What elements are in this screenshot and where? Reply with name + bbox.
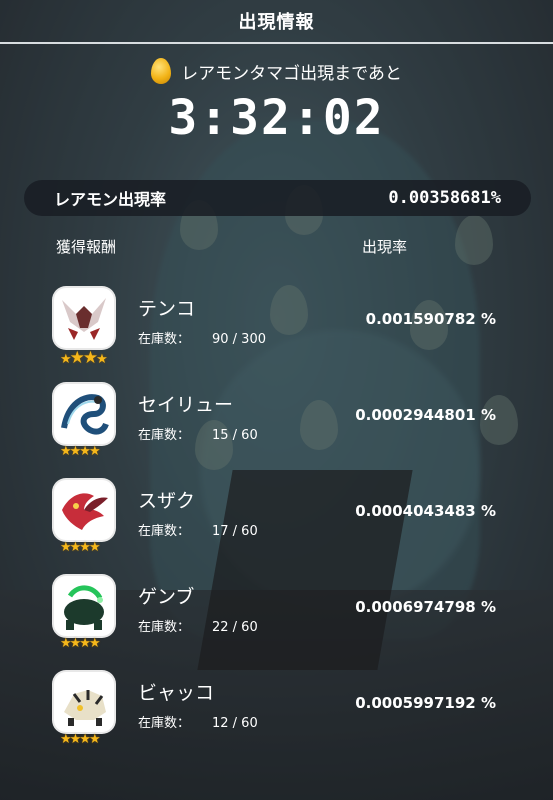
reward-item-byakko: ★★★★ ビャッコ 在庫数： 12 / 60 0.0005997192 % <box>52 672 512 752</box>
appearance-rate: 0.0004043483 % <box>355 502 496 520</box>
rarity-stars: ★★★★ <box>60 636 101 651</box>
stock-value: 90 / 300 <box>212 332 266 347</box>
appearance-rate: 0.0002944801 % <box>355 406 496 424</box>
monster-thumbnail <box>54 288 114 348</box>
stock-count: 在庫数： 12 / 60 <box>138 712 258 731</box>
reward-item-genbu: ★★★★ ゲンブ 在庫数： 22 / 60 0.0006974798 % <box>52 576 512 656</box>
countdown-label-row: レアモンタマゴ出現まであと <box>0 58 553 84</box>
stock-label: 在庫数： <box>138 428 191 443</box>
stock-count: 在庫数： 90 / 300 <box>138 328 266 347</box>
appearance-info-panel: 出現情報 レアモンタマゴ出現まであと 3:32:02 レアモン出現率 0.003… <box>0 0 553 800</box>
header: 出現情報 <box>0 0 553 42</box>
rarity-stars: ★★★★ <box>60 348 108 368</box>
rare-rate-label: レアモン出現率 <box>54 190 167 209</box>
rarity-stars: ★★★★ <box>60 540 101 555</box>
appearance-rate: 0.001590782 % <box>365 310 496 328</box>
appearance-rate: 0.0006974798 % <box>355 598 496 616</box>
seiryu-icon <box>61 394 109 435</box>
appearance-rate: 0.0005997192 % <box>355 694 496 712</box>
reward-item-suzaku: ★★★★ スザク 在庫数： 17 / 60 0.0004043483 % <box>52 480 512 560</box>
stock-label: 在庫数： <box>138 332 191 347</box>
stock-value: 17 / 60 <box>212 524 258 539</box>
rare-rate-value: 0.00358681% <box>388 188 501 208</box>
header-divider <box>0 42 553 44</box>
countdown-label: レアモンタマゴ出現まであと <box>181 63 402 84</box>
golden-egg-icon <box>151 58 172 84</box>
rate-column-header: 出現率 <box>362 238 408 256</box>
reward-item-tenko: ★★★★ テンコ 在庫数： 90 / 300 0.001590782 % <box>52 288 512 368</box>
reward-item-seiryu: ★★★★ セイリュー 在庫数： 15 / 60 0.0002944801 % <box>52 384 512 464</box>
rarity-stars: ★★★★ <box>60 444 101 459</box>
countdown-timer: 3:32:02 <box>168 90 385 146</box>
rare-rate-bar: レアモン出現率 0.00358681% <box>24 180 531 216</box>
monster-thumbnail <box>54 672 114 732</box>
monster-thumbnail <box>54 480 114 540</box>
tenko-icon <box>62 298 106 340</box>
reward-column-header: 獲得報酬 <box>56 238 117 256</box>
monster-name: テンコ <box>138 298 196 320</box>
monster-thumbnail <box>54 576 114 636</box>
genbu-icon <box>64 585 104 630</box>
stock-label: 在庫数： <box>138 620 191 635</box>
stock-count: 在庫数： 17 / 60 <box>138 520 258 539</box>
monster-name: ビャッコ <box>138 682 215 704</box>
stock-label: 在庫数： <box>138 524 191 539</box>
monster-name: セイリュー <box>138 394 234 416</box>
stock-label: 在庫数： <box>138 716 191 731</box>
monster-name: スザク <box>138 490 196 512</box>
stock-value: 15 / 60 <box>212 428 258 443</box>
monster-name: ゲンブ <box>138 586 195 608</box>
stock-value: 22 / 60 <box>212 620 258 635</box>
byakko-icon <box>64 690 106 726</box>
stock-value: 12 / 60 <box>212 716 258 731</box>
monster-thumbnail <box>54 384 114 444</box>
rarity-stars: ★★★★ <box>60 732 101 747</box>
stock-count: 在庫数： 15 / 60 <box>138 424 258 443</box>
stock-count: 在庫数： 22 / 60 <box>138 616 258 635</box>
suzaku-icon <box>62 493 108 530</box>
page-title: 出現情報 <box>238 12 315 33</box>
